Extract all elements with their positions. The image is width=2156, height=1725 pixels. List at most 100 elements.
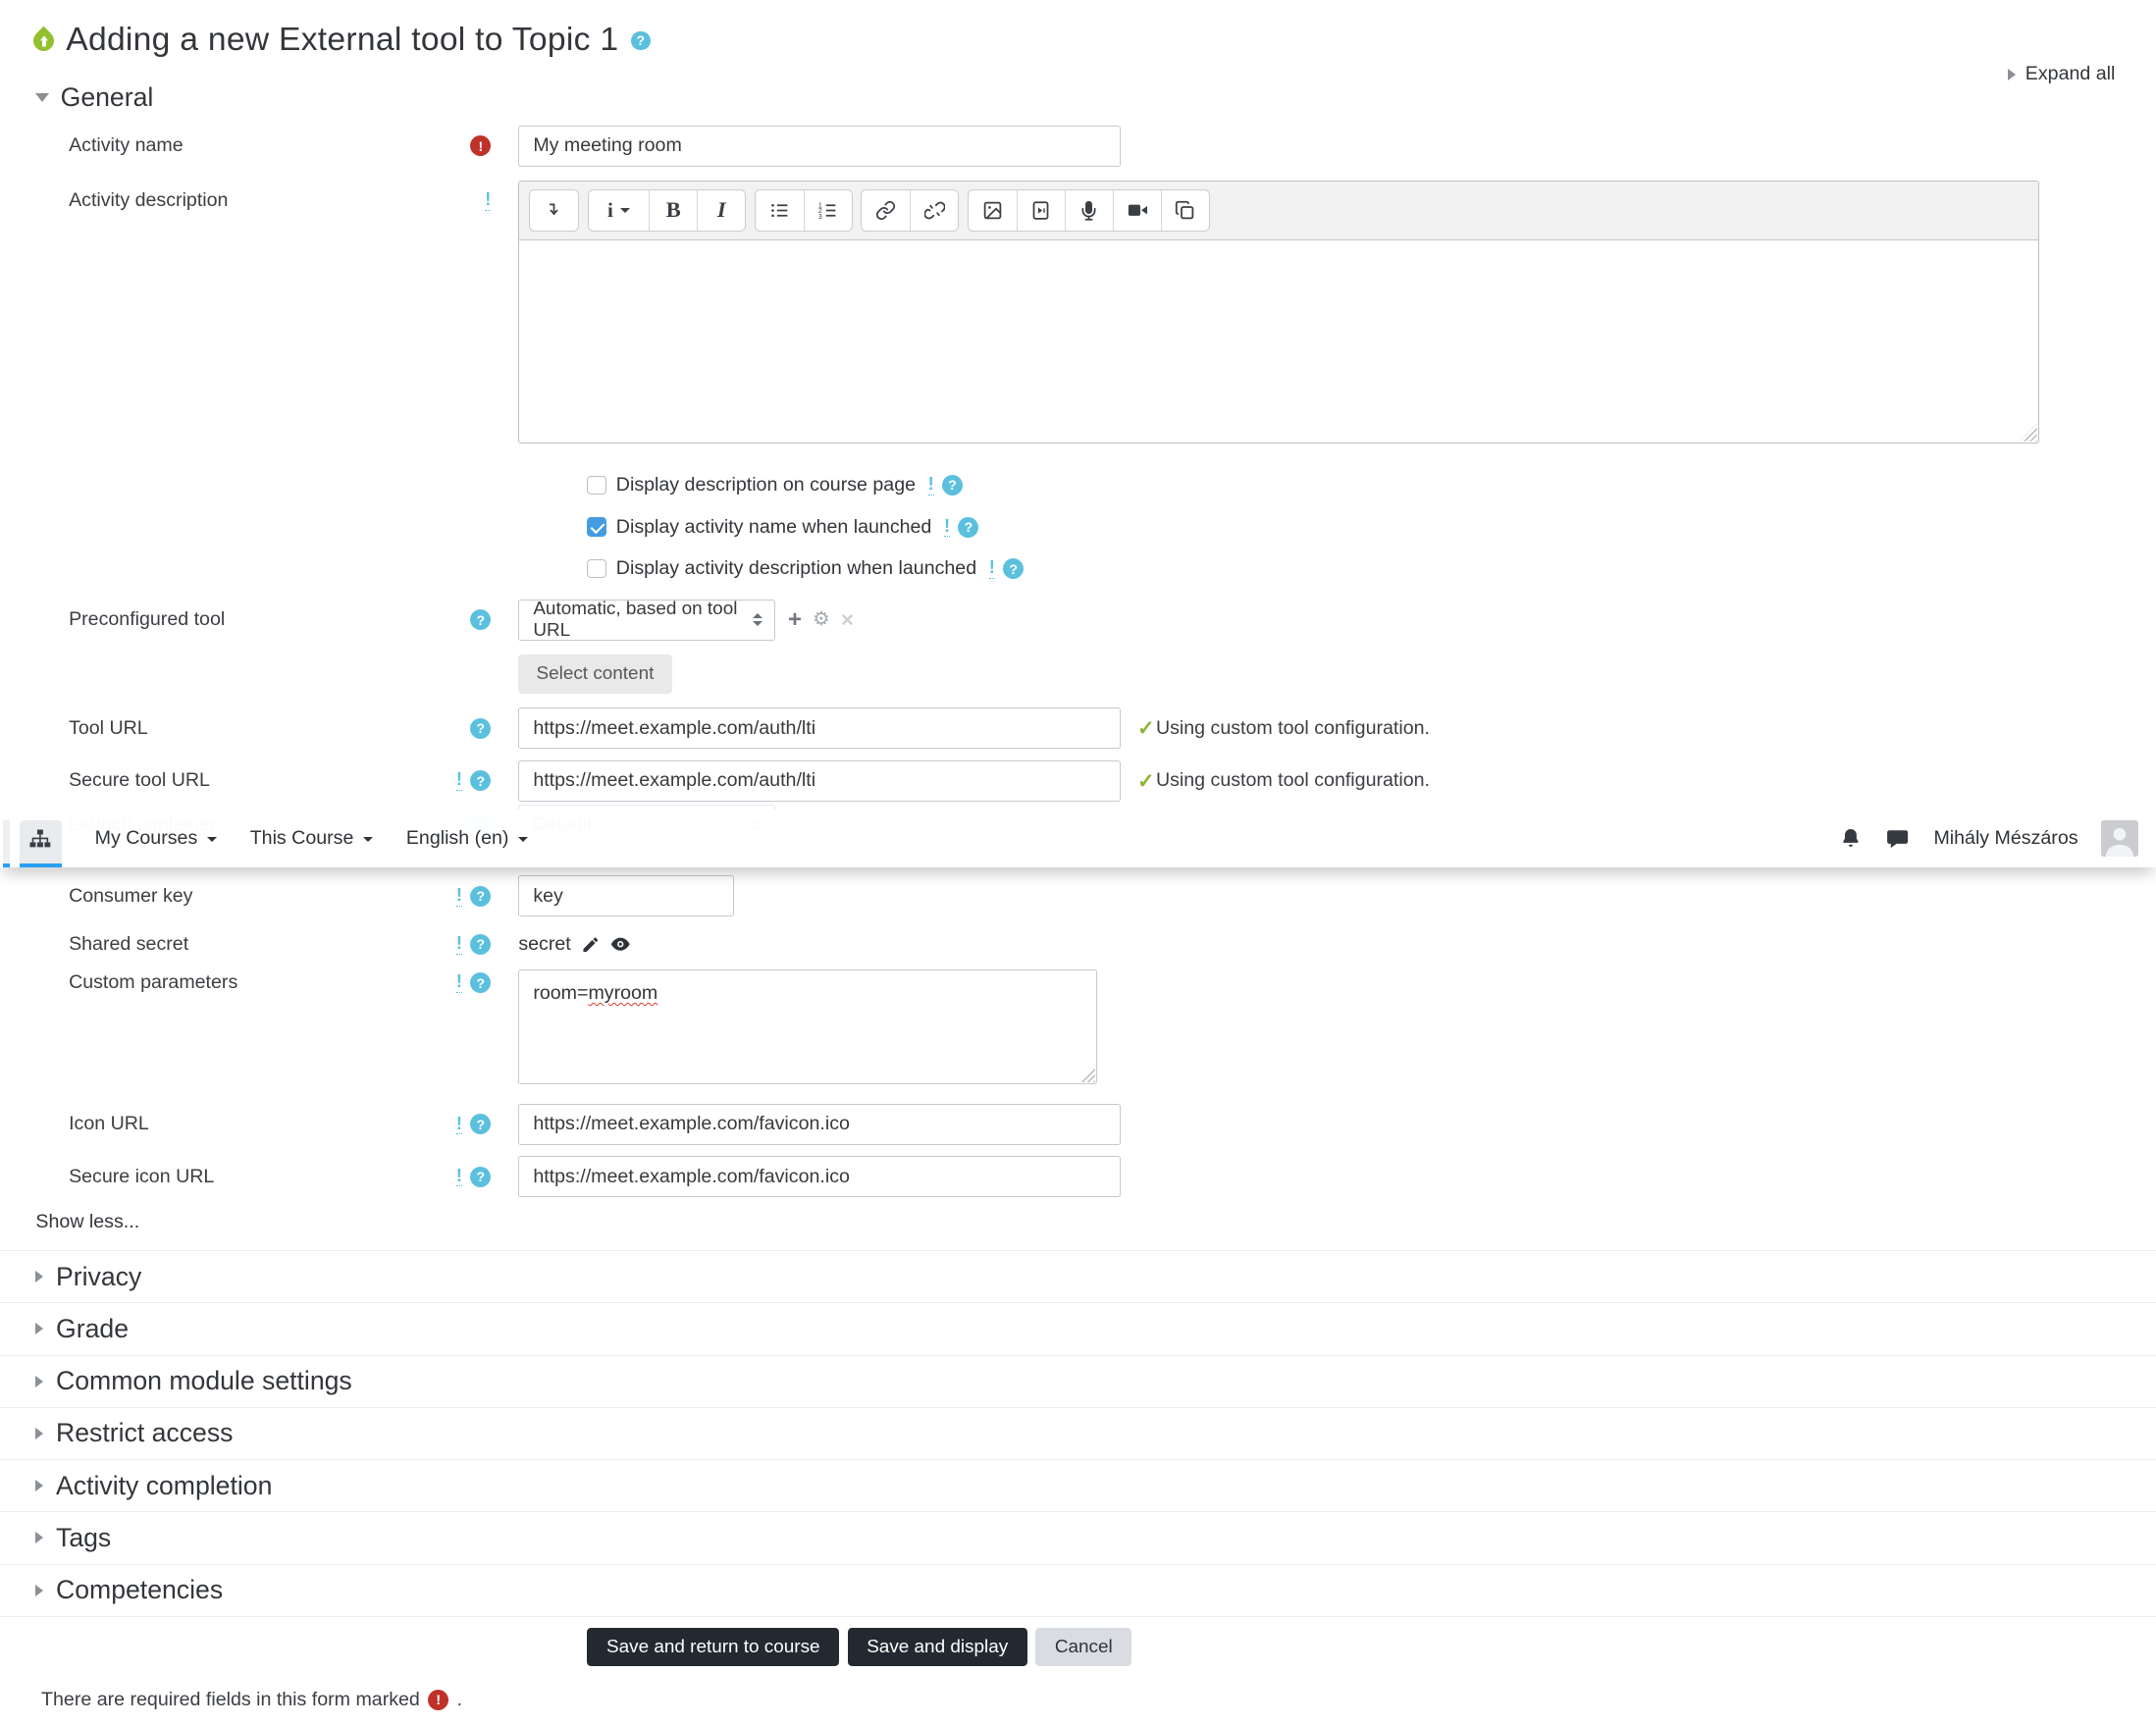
edit-tool-gear-icon[interactable]: ⚙ bbox=[813, 609, 830, 630]
shared-secret-label: Shared secret bbox=[69, 932, 189, 955]
section-header-general[interactable]: General bbox=[0, 78, 2156, 117]
secure-tool-url-input[interactable] bbox=[518, 759, 1122, 802]
help-icon[interactable]: ? bbox=[470, 609, 492, 631]
manage-files-button[interactable] bbox=[1160, 190, 1209, 231]
italic-button[interactable]: I bbox=[697, 190, 745, 231]
consumer-key-input[interactable] bbox=[518, 875, 735, 917]
field-secure-icon-url: Secure icon URL ! ? bbox=[0, 1156, 2156, 1198]
section-header-privacy[interactable]: Privacy bbox=[0, 1251, 2156, 1304]
record-audio-button[interactable] bbox=[1064, 190, 1113, 231]
edit-pencil-icon[interactable] bbox=[581, 935, 601, 955]
messages-icon[interactable] bbox=[1885, 826, 1910, 851]
help-icon[interactable]: ? bbox=[470, 1166, 492, 1187]
section-title: Grade bbox=[56, 1313, 129, 1343]
display-activity-description-checkbox[interactable] bbox=[587, 558, 606, 579]
resize-handle[interactable] bbox=[2019, 423, 2037, 442]
media-file-icon bbox=[1030, 200, 1051, 221]
section-header-grade[interactable]: Grade bbox=[0, 1303, 2156, 1356]
resize-handle[interactable] bbox=[1077, 1064, 1095, 1082]
icon-url-label: Icon URL bbox=[69, 1113, 149, 1135]
description-editor-content[interactable] bbox=[519, 240, 2038, 443]
advanced-icon: ! bbox=[455, 1113, 462, 1135]
checkbox-label: Display description on course page bbox=[615, 473, 917, 496]
help-icon[interactable]: ? bbox=[470, 933, 492, 955]
advanced-icon: ! bbox=[455, 769, 462, 791]
field-activity-description: Activity description ! i B I 1 2 3 bbox=[0, 180, 2156, 444]
navbar: My Courses This Course English (en) Mihá… bbox=[0, 810, 2156, 867]
help-icon[interactable]: ? bbox=[470, 885, 492, 907]
show-secret-eye-icon[interactable] bbox=[609, 933, 631, 955]
link-button[interactable] bbox=[862, 190, 910, 231]
ordered-list-button[interactable]: 123 bbox=[803, 190, 852, 231]
show-less-link[interactable]: Show less... bbox=[35, 1211, 2156, 1250]
unordered-list-button[interactable] bbox=[756, 190, 804, 231]
help-icon[interactable]: ? bbox=[470, 972, 492, 994]
triangle-right-icon bbox=[35, 1375, 44, 1387]
secure-icon-url-input[interactable] bbox=[518, 1156, 1122, 1198]
activity-name-label: Activity name bbox=[69, 134, 184, 157]
insert-image-button[interactable] bbox=[969, 190, 1017, 231]
nav-menu-language[interactable]: English (en) bbox=[406, 827, 529, 850]
nav-menu-this-course[interactable]: This Course bbox=[250, 827, 374, 850]
nav-menu-my-courses[interactable]: My Courses bbox=[95, 827, 218, 850]
section-header-tags[interactable]: Tags bbox=[0, 1512, 2156, 1565]
unlink-button[interactable] bbox=[910, 190, 958, 231]
collapse-arrow-icon bbox=[544, 200, 564, 221]
site-home-tab[interactable] bbox=[19, 820, 63, 867]
collapse-toolbar-button[interactable] bbox=[530, 190, 578, 231]
cancel-button[interactable]: Cancel bbox=[1035, 1627, 1132, 1667]
help-icon[interactable]: ? bbox=[630, 30, 651, 51]
secure-tool-url-status: ✓ Using custom tool configuration. bbox=[1137, 760, 1430, 802]
triangle-right-icon bbox=[35, 1480, 44, 1492]
help-icon[interactable]: ? bbox=[470, 717, 492, 739]
icon-url-input[interactable] bbox=[518, 1103, 1122, 1145]
record-video-button[interactable] bbox=[1112, 190, 1161, 231]
section-header-competencies[interactable]: Competencies bbox=[0, 1565, 2156, 1617]
custom-parameters-textarea[interactable]: room=myroom bbox=[518, 968, 1098, 1085]
help-icon[interactable]: ? bbox=[1003, 558, 1025, 580]
help-icon[interactable]: ? bbox=[470, 1114, 492, 1135]
section-title: Tags bbox=[56, 1522, 112, 1552]
section-header-activity-completion[interactable]: Activity completion bbox=[0, 1460, 2156, 1513]
expand-all-link[interactable]: Expand all bbox=[2007, 63, 2115, 85]
help-icon[interactable]: ? bbox=[958, 516, 979, 538]
activity-description-label: Activity description bbox=[69, 189, 229, 212]
nav-tab-partial bbox=[2, 820, 10, 867]
select-content-button[interactable]: Select content bbox=[518, 653, 672, 695]
form-actions: Save and return to course Save and displ… bbox=[587, 1627, 2156, 1667]
svg-text:3: 3 bbox=[818, 214, 822, 221]
section-title: Privacy bbox=[56, 1261, 142, 1291]
activity-name-input[interactable] bbox=[518, 125, 1122, 167]
paragraph-style-button[interactable]: i bbox=[589, 190, 650, 231]
user-name[interactable]: Mihály Mészáros bbox=[1933, 827, 2077, 850]
bold-button[interactable]: B bbox=[649, 190, 697, 231]
checkbox-label: Display activity name when launched bbox=[615, 515, 932, 538]
save-and-display-button[interactable]: Save and display bbox=[847, 1627, 1027, 1667]
shared-secret-value: secret bbox=[518, 932, 571, 955]
bold-icon: B bbox=[665, 197, 681, 223]
checkbox-label: Display activity description when launch… bbox=[615, 557, 977, 580]
required-icon: ! bbox=[470, 135, 492, 157]
add-tool-icon[interactable]: + bbox=[788, 607, 802, 632]
field-secure-tool-url: Secure tool URL ! ? ✓ Using custom tool … bbox=[0, 759, 2156, 802]
display-description-checkbox[interactable] bbox=[587, 475, 606, 496]
help-icon[interactable]: ? bbox=[942, 474, 964, 496]
save-and-return-button[interactable]: Save and return to course bbox=[587, 1627, 840, 1667]
section-header-restrict-access[interactable]: Restrict access bbox=[0, 1408, 2156, 1461]
notifications-bell-icon[interactable] bbox=[1839, 827, 1863, 851]
insert-media-button[interactable] bbox=[1016, 190, 1065, 231]
secure-icon-url-label: Secure icon URL bbox=[69, 1165, 215, 1187]
section-title: General bbox=[60, 82, 154, 113]
advanced-icon: ! bbox=[485, 189, 492, 212]
section-header-common-module-settings[interactable]: Common module settings bbox=[0, 1356, 2156, 1408]
avatar[interactable] bbox=[2101, 819, 2139, 858]
triangle-right-icon bbox=[35, 1532, 44, 1544]
collapsed-sections: Privacy Grade Common module settings Res… bbox=[0, 1250, 2156, 1617]
display-activity-name-checkbox[interactable] bbox=[587, 517, 606, 537]
help-icon[interactable]: ? bbox=[470, 770, 492, 792]
tool-url-input[interactable] bbox=[518, 707, 1122, 750]
nav-menu-label: This Course bbox=[249, 827, 354, 850]
checkbox-row-display-activity-name: Display activity name when launched ! ? bbox=[587, 516, 2156, 539]
preconfigured-tool-select[interactable]: Automatic, based on tool URL bbox=[518, 599, 776, 641]
advanced-icon: ! bbox=[927, 474, 934, 496]
